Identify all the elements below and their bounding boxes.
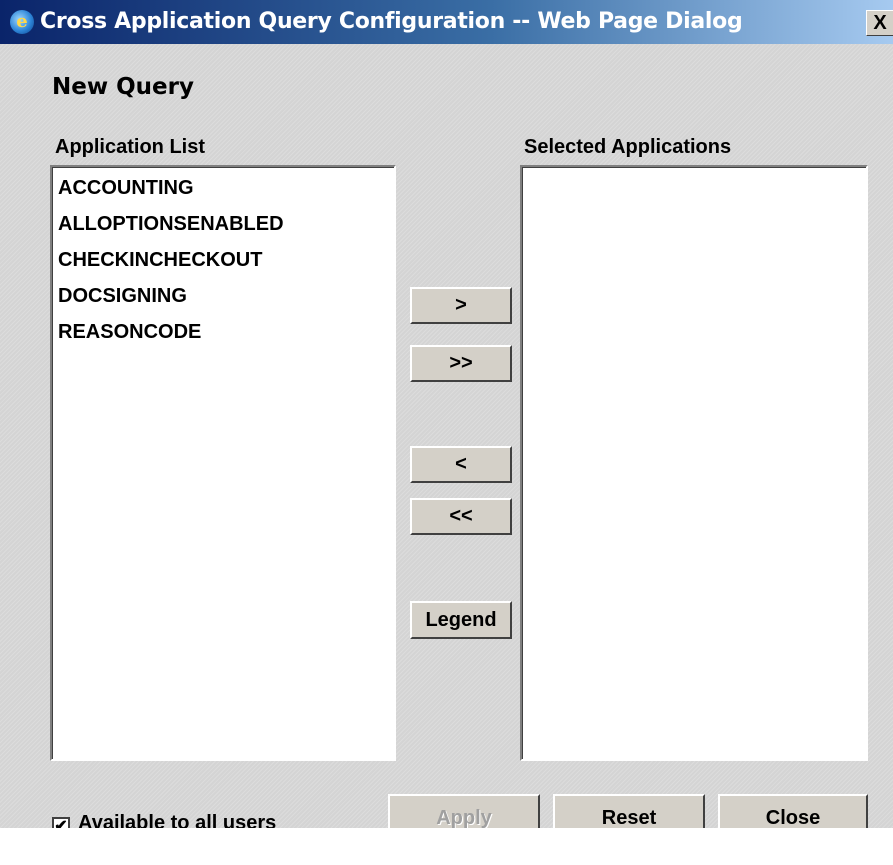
list-item[interactable]: DOCSIGNING	[58, 283, 187, 309]
add-all-button[interactable]: >>	[410, 345, 512, 382]
window-title: Cross Application Query Configuration --…	[40, 9, 743, 34]
list-item[interactable]: ACCOUNTING	[58, 175, 194, 201]
title-bar[interactable]: e Cross Application Query Configuration …	[0, 0, 893, 44]
remove-all-button[interactable]: <<	[410, 498, 512, 535]
list-item[interactable]: REASONCODE	[58, 319, 201, 345]
selected-applications-list[interactable]	[520, 165, 868, 761]
close-icon[interactable]: X	[866, 10, 893, 36]
application-list-label: Application List	[55, 136, 205, 158]
available-to-all-checkbox[interactable]: ✔	[52, 817, 70, 828]
apply-button[interactable]: Apply	[388, 794, 540, 828]
selected-applications-label: Selected Applications	[524, 136, 732, 158]
remove-button[interactable]: <	[410, 446, 512, 483]
list-item[interactable]: CHECKINCHECKOUT	[58, 247, 262, 273]
available-to-all-label: Available to all users	[78, 812, 277, 828]
close-button[interactable]: Close	[718, 794, 868, 828]
list-item[interactable]: ALLOPTIONSENABLED	[58, 211, 284, 237]
ie-icon: e	[10, 10, 34, 34]
add-button[interactable]: >	[410, 287, 512, 324]
reset-button[interactable]: Reset	[553, 794, 705, 828]
legend-button[interactable]: Legend	[410, 601, 512, 639]
dialog-window: e Cross Application Query Configuration …	[0, 0, 893, 828]
page-title: New Query	[52, 74, 194, 100]
application-list[interactable]: ACCOUNTING ALLOPTIONSENABLED CHECKINCHEC…	[50, 165, 396, 761]
